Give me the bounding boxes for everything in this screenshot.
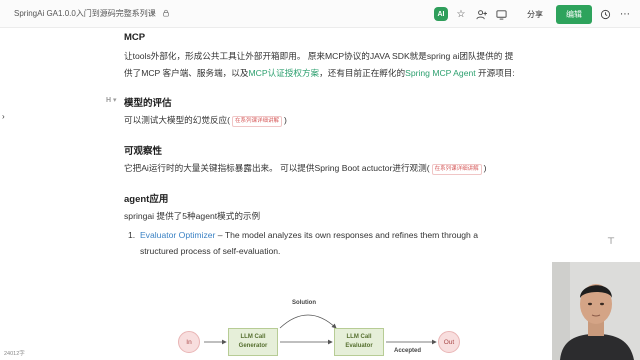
webcam-video [552, 262, 640, 360]
add-user-icon[interactable] [474, 7, 488, 21]
diagram-in-node: In [178, 331, 200, 353]
mcp-auth-link[interactable]: MCP认证授权方案 [248, 68, 319, 78]
heading-mcp: MCP [124, 32, 146, 43]
word-count: 24012字 [4, 351, 25, 357]
diagram-evaluator-node: LLM Call Evaluator [334, 328, 384, 356]
heading-model-evaluation: H ▾ 模型的评估 [106, 97, 172, 109]
list-item-continued: structured process of self-evaluation. [140, 246, 281, 256]
evaluator-optimizer-diagram: In LLM Call Generator Solution LLM Call Ev… [170, 296, 480, 360]
history-icon[interactable] [598, 7, 612, 21]
diagram-generator-node: LLM Call Generator [228, 328, 278, 356]
diagram-solution-label: Solution [292, 300, 316, 306]
monitor-icon[interactable] [494, 7, 508, 21]
diagram-arrows [204, 314, 437, 345]
diagram-out-node: Out [438, 331, 460, 353]
sidebar-expand-icon[interactable]: › [2, 112, 5, 121]
series-tag: 在系列课详细讲解 [431, 164, 482, 175]
share-button[interactable]: 分享 [520, 5, 550, 24]
more-icon[interactable]: ⋯ [618, 7, 632, 21]
lock-icon [163, 9, 169, 17]
spring-mcp-agent-link[interactable]: Spring MCP Agent [405, 68, 476, 78]
back-to-top-icon[interactable]: ⊤ [604, 236, 618, 250]
top-bar: SpringAi GA1.0.0入门到源码完整系列课 AI ☆ 分享 编辑 ⋯ [0, 0, 640, 28]
heading-observability: 可观察性 [124, 146, 163, 157]
document-title-text: SpringAi GA1.0.0入门到源码完整系列课 [14, 9, 156, 18]
agent-intro: springai 提供了5种agent模式的示例 [124, 211, 261, 221]
edit-button[interactable]: 编辑 [556, 4, 592, 24]
document-title[interactable]: SpringAi GA1.0.0入门到源码完整系列课 [14, 8, 170, 19]
heading-agent: agent应用 [124, 194, 169, 205]
series-tag: 在系列课详细讲解 [232, 116, 283, 127]
heading-drag-handle[interactable]: H ▾ [106, 96, 117, 104]
toolbar-right: AI ☆ 分享 编辑 ⋯ [434, 4, 632, 24]
list-item: 1. Evaluator Optimizer – The model analy… [128, 230, 479, 240]
star-icon[interactable]: ☆ [454, 7, 468, 21]
observability-paragraph: 它把Ai运行时的大量关键指标暴露出来。 可以提供Spring Boot actu… [124, 163, 487, 175]
mcp-paragraph-line2: 供了MCP 客户端、服务端，以及MCP认证授权方案，还有目前正在孵化的Sprin… [124, 68, 515, 78]
list-number: 1. [128, 230, 136, 240]
mcp-paragraph-line1: 让tools外部化，形成公共工具让外部开箱即用。 原来MCP协议的JAVA SD… [124, 51, 514, 61]
presenter-image [552, 262, 640, 360]
evaluator-optimizer-link[interactable]: Evaluator Optimizer [140, 230, 215, 240]
diagram-accepted-label: Accepted [394, 348, 422, 354]
evaluation-paragraph: 可以测试大模型的幻觉反应(在系列课详细讲解) [124, 115, 287, 127]
ai-assistant-button[interactable]: AI [434, 7, 448, 21]
